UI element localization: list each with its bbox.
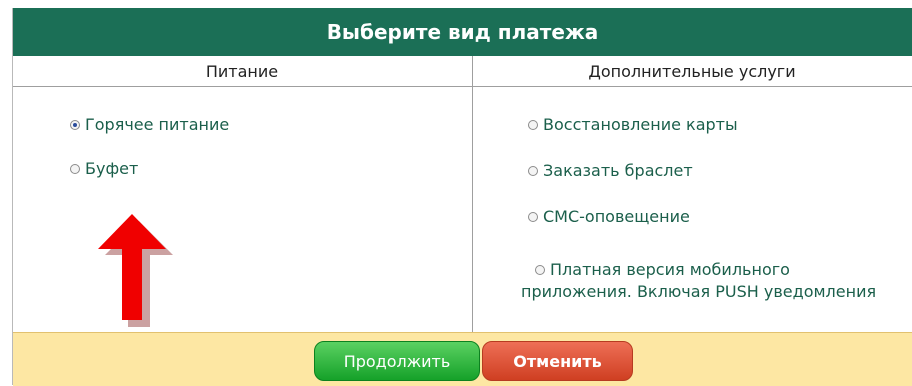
columns-header: Питание Дополнительные услуги — [13, 56, 912, 87]
bracelet-label: Заказать браслет — [543, 161, 693, 180]
option-hot-meal[interactable]: Горячее питание — [70, 115, 229, 134]
paid-app-radio[interactable] — [535, 264, 545, 275]
payment-type-panel: Выберите вид платежа Питание Дополнитель… — [12, 8, 912, 386]
paid-app-label-line2: приложения. Включая PUSH уведомления — [521, 282, 877, 301]
column-divider — [472, 56, 473, 332]
option-buffet[interactable]: Буфет — [70, 159, 138, 178]
continue-button[interactable]: Продолжить — [314, 341, 480, 381]
red-arrow-up-icon — [98, 214, 173, 327]
option-paid-app[interactable]: Платная версия мобильного приложения. Вк… — [521, 259, 876, 302]
paid-app-label-line1: Платная версия мобильного — [550, 260, 790, 279]
services-column-header: Дополнительные услуги — [588, 61, 796, 81]
card-restore-label: Восстановление карты — [543, 115, 738, 134]
sms-notify-radio[interactable] — [528, 211, 538, 222]
card-restore-radio[interactable] — [528, 119, 538, 130]
action-footer: Продолжить Отменить — [13, 332, 912, 386]
page-title: Выберите вид платежа — [13, 8, 912, 56]
bracelet-radio[interactable] — [528, 165, 538, 176]
food-column-header: Питание — [205, 61, 279, 81]
buffet-label: Буфет — [85, 159, 139, 178]
cancel-button[interactable]: Отменить — [482, 341, 633, 381]
sms-notify-label: СМС-оповещение — [543, 207, 690, 226]
hot-meal-label: Горячее питание — [85, 115, 230, 134]
option-bracelet[interactable]: Заказать браслет — [528, 161, 693, 180]
option-card-restore[interactable]: Восстановление карты — [528, 115, 738, 134]
option-sms-notify[interactable]: СМС-оповещение — [528, 207, 690, 226]
buffet-radio[interactable] — [70, 163, 80, 174]
hot-meal-radio[interactable] — [70, 119, 80, 130]
